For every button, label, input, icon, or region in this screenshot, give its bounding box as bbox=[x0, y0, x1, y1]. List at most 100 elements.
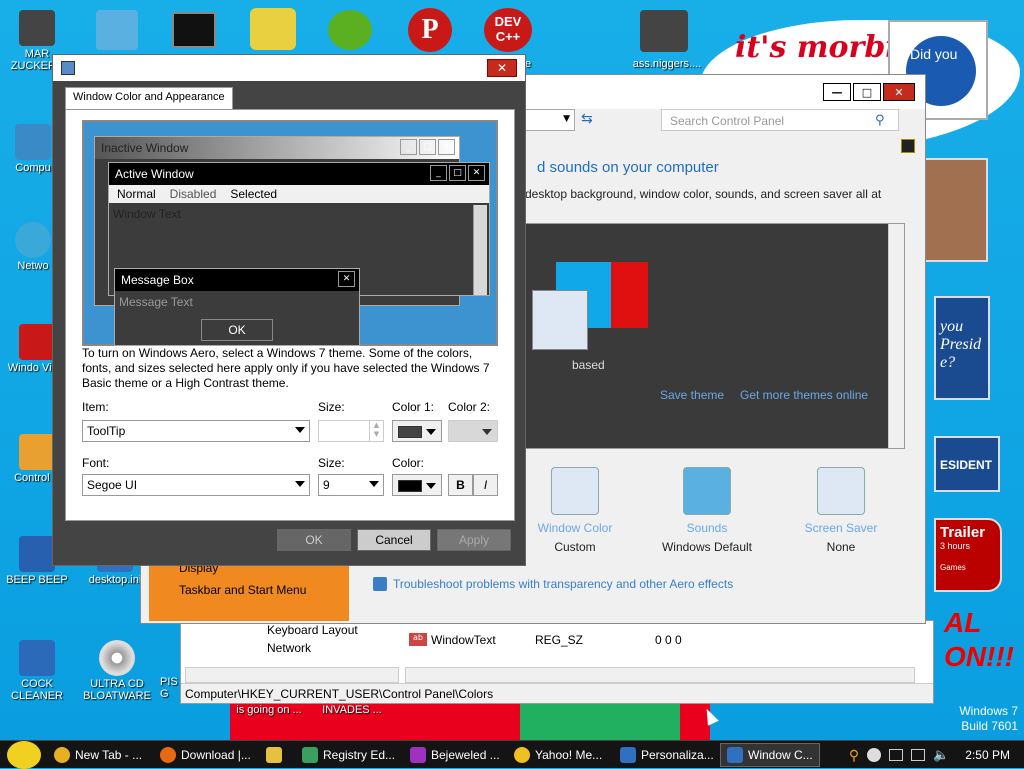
publisher-icon[interactable]: P bbox=[408, 8, 452, 52]
window-color-tile[interactable]: Window Color Custom bbox=[525, 467, 625, 554]
desktop-icon-label: INVADES ... bbox=[322, 704, 382, 716]
italic-button[interactable]: I bbox=[473, 474, 498, 496]
apply-button[interactable]: Apply bbox=[437, 529, 511, 551]
menu-item-disabled[interactable]: Disabled bbox=[170, 187, 217, 203]
desktop-icon-ass[interactable]: ass.niggers.... bbox=[622, 58, 712, 70]
theme-name[interactable]: based bbox=[572, 358, 605, 372]
color1-label: Color 1: bbox=[392, 400, 435, 414]
tree-item-network[interactable]: Network bbox=[185, 641, 399, 659]
save-theme-link[interactable]: Save theme bbox=[660, 388, 724, 402]
item-select[interactable]: ToolTip bbox=[82, 420, 310, 442]
app-icon[interactable] bbox=[640, 10, 688, 52]
values-horizontal-scrollbar[interactable] bbox=[405, 667, 915, 683]
appearance-preview[interactable]: Inactive Window _ □ ✕ Active Window _ □ ✕ No… bbox=[82, 120, 498, 346]
color2-picker[interactable] bbox=[448, 420, 498, 442]
size-label: Size: bbox=[318, 400, 345, 414]
desktop-picture-face[interactable] bbox=[924, 158, 988, 262]
screen-saver-tile[interactable]: Screen Saver None bbox=[791, 467, 891, 554]
taskbar-item-personalization[interactable]: Personaliza... bbox=[614, 743, 720, 767]
taskbar-item-window-color[interactable]: Window C... bbox=[720, 742, 820, 767]
message-box-ok-button[interactable]: OK bbox=[201, 319, 273, 341]
help-icon[interactable] bbox=[901, 139, 915, 153]
start-button[interactable] bbox=[0, 740, 48, 769]
taskbar-item-label: Bejeweled ... bbox=[431, 747, 500, 762]
messenger-tray-icon[interactable] bbox=[867, 748, 882, 762]
desktop-picture-resident[interactable]: ESIDENT bbox=[934, 436, 1000, 492]
menu-item-normal[interactable]: Normal bbox=[117, 187, 156, 203]
font-size-select[interactable]: 9 bbox=[318, 474, 384, 496]
minimize-button[interactable]: — bbox=[823, 83, 851, 101]
get-more-themes-link[interactable]: Get more themes online bbox=[740, 388, 868, 402]
volume-icon[interactable]: 🔈 bbox=[933, 747, 949, 763]
item-size-spinner[interactable]: ▲ ▼ bbox=[318, 420, 384, 442]
taskbar: New Tab - ... Download |... Registry Ed.… bbox=[0, 740, 1024, 769]
picture-text: 3 hours bbox=[940, 541, 971, 551]
angry-birds-pig-icon[interactable] bbox=[328, 10, 372, 50]
preview-message-box[interactable]: Message Box ✕ Message Text OK bbox=[114, 268, 360, 346]
shield-icon bbox=[373, 577, 387, 591]
taskbar-item-chrome[interactable]: New Tab - ... bbox=[48, 743, 154, 767]
wallpaper-caption-line: AL bbox=[944, 607, 982, 638]
tab-window-color-appearance[interactable]: Window Color and Appearance bbox=[65, 87, 233, 109]
taskbar-item-bejeweled[interactable]: Bejeweled ... bbox=[404, 743, 508, 767]
string-value-icon: ab bbox=[409, 633, 427, 646]
clock[interactable]: 2:50 PM bbox=[965, 748, 1010, 762]
font-color-label: Color: bbox=[392, 456, 425, 470]
message-box-title-bar[interactable]: Message Box ✕ bbox=[115, 269, 359, 291]
close-button[interactable]: ✕ bbox=[883, 83, 915, 101]
window-color-appearance-dialog[interactable]: ✕ Window Color and Appearance Inactive W… bbox=[52, 54, 526, 566]
address-dropdown[interactable]: ▼ bbox=[525, 109, 575, 131]
close-button[interactable]: ✕ bbox=[487, 59, 517, 77]
refresh-icon[interactable]: ⇆ bbox=[581, 111, 599, 129]
tree-item-keyboard-layout[interactable]: Keyboard Layout bbox=[185, 623, 399, 641]
sounds-tile[interactable]: Sounds Windows Default bbox=[657, 467, 757, 554]
taskbar-item-firefox[interactable]: Download |... bbox=[154, 743, 260, 767]
search-icon[interactable]: ⚲ bbox=[875, 113, 885, 128]
preview-menu-bar[interactable]: Normal Disabled Selected bbox=[109, 185, 489, 203]
tree-horizontal-scrollbar[interactable] bbox=[185, 667, 399, 683]
taskbar-item-yahoo[interactable]: Yahoo! Me... bbox=[508, 743, 614, 767]
network-icon[interactable] bbox=[911, 749, 926, 761]
desktop-icon-invades[interactable]: INVADES ... bbox=[312, 704, 392, 716]
spinner-arrows-icon[interactable]: ▲ ▼ bbox=[369, 421, 383, 441]
registry-editor-window[interactable]: Keyboard Layout Network ab WindowText RE… bbox=[180, 620, 934, 704]
theme-list[interactable]: based Save theme Get more themes online bbox=[525, 223, 905, 449]
taskbar-item-regedit[interactable]: Registry Ed... bbox=[296, 743, 404, 767]
cmd-icon[interactable] bbox=[172, 12, 216, 48]
desktop-icon-going-on[interactable]: is going on ... bbox=[224, 704, 314, 716]
bold-button[interactable]: B bbox=[448, 474, 473, 496]
action-center-icon[interactable] bbox=[889, 749, 904, 761]
chrome-icon bbox=[54, 746, 70, 763]
file-icon bbox=[19, 640, 55, 676]
desktop-picture-president[interactable]: you Presid e? bbox=[934, 296, 990, 400]
theme-window-preview bbox=[532, 290, 588, 350]
cancel-button[interactable]: Cancel bbox=[357, 529, 431, 551]
dialog-title-bar[interactable]: ✕ bbox=[53, 55, 525, 81]
search-input[interactable]: Search Control Panel bbox=[661, 109, 899, 131]
menu-item-selected[interactable]: Selected bbox=[230, 187, 277, 203]
taskbar-item-label: Personaliza... bbox=[641, 747, 714, 762]
message-box-text[interactable]: Message Text bbox=[115, 291, 359, 313]
ok-button[interactable]: OK bbox=[277, 529, 351, 551]
desktop-icon-cock-cleaner[interactable]: COCK CLEANER bbox=[0, 640, 74, 702]
font-select[interactable]: Segoe UI bbox=[82, 474, 310, 496]
registry-value-row[interactable]: ab WindowText REG_SZ 0 0 0 bbox=[409, 633, 682, 647]
chevron-down-icon bbox=[426, 483, 436, 489]
troubleshoot-link[interactable]: Troubleshoot problems with transparency … bbox=[393, 577, 733, 591]
font-color-picker[interactable] bbox=[392, 474, 442, 496]
theme-list-scrollbar[interactable] bbox=[888, 224, 904, 448]
taskbar-item-explorer[interactable] bbox=[260, 743, 296, 767]
inactive-title-bar[interactable]: Inactive Window _ □ ✕ bbox=[95, 137, 459, 159]
control-panel-icon bbox=[19, 434, 55, 470]
active-title-bar[interactable]: Active Window _ □ ✕ bbox=[109, 163, 489, 185]
taskbar-start-menu-link[interactable]: Taskbar and Start Menu bbox=[179, 583, 319, 597]
preview-scrollbar[interactable] bbox=[473, 205, 487, 295]
color1-picker[interactable] bbox=[392, 420, 442, 442]
search-icon[interactable]: ⚲ bbox=[849, 747, 859, 764]
desktop-picture-trailer[interactable]: Trailer 3 hours Games bbox=[934, 518, 1002, 592]
maximize-button[interactable]: □ bbox=[853, 83, 881, 101]
app-icon[interactable] bbox=[96, 10, 138, 50]
dev-cpp-icon[interactable]: DEV C++ bbox=[484, 8, 532, 52]
app-icon[interactable] bbox=[250, 8, 296, 50]
desktop-icon-ultra-cd[interactable]: ULTRA CD BLOATWARE bbox=[80, 640, 154, 702]
